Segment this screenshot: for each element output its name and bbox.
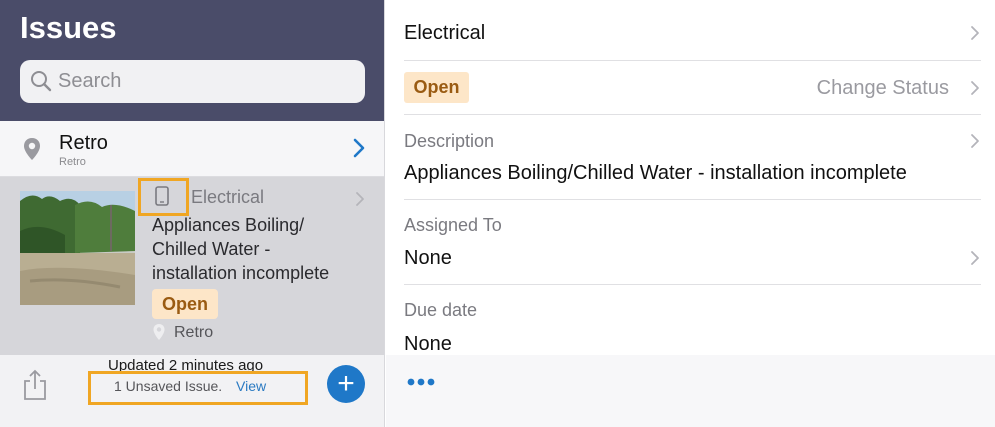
status-badge: Open: [404, 72, 469, 103]
search-bar[interactable]: [20, 60, 365, 103]
add-issue-button[interactable]: +: [327, 365, 365, 403]
location-name: Retro: [59, 132, 108, 154]
due-date-row[interactable]: Due date None: [404, 285, 981, 355]
chevron-right-icon: [971, 81, 979, 95]
description-value: Appliances Boiling/Chilled Water - insta…: [404, 162, 907, 184]
location-pin-icon: [153, 324, 165, 340]
search-input[interactable]: [58, 60, 358, 103]
view-unsaved-link[interactable]: View: [236, 378, 266, 394]
location-row[interactable]: Retro Retro: [0, 121, 384, 177]
page-title: Issues: [20, 10, 117, 45]
more-icon[interactable]: [406, 377, 436, 387]
chevron-right-icon: [971, 26, 979, 40]
assigned-row[interactable]: Assigned To None: [404, 200, 981, 285]
due-date-value: None: [404, 333, 452, 355]
due-date-label: Due date: [404, 300, 478, 320]
location-pin-icon: [24, 138, 40, 160]
search-icon: [31, 71, 52, 92]
status-row[interactable]: Open Change Status: [404, 61, 981, 115]
issue-detail-pane: Electrical Open Change Status Descriptio…: [386, 0, 995, 427]
description-label: Description: [404, 131, 495, 151]
assigned-value: None: [404, 247, 452, 269]
issue-list-item[interactable]: Electrical Appliances Boiling/ Chilled W…: [0, 177, 384, 355]
list-header: Issues: [0, 0, 384, 121]
assigned-label: Assigned To: [404, 215, 502, 235]
issue-category: Electrical: [191, 187, 265, 207]
unsaved-issue-text: 1 Unsaved Issue.: [114, 378, 223, 394]
list-footer: Updated 2 minutes ago 1 Unsaved Issue. V…: [0, 355, 384, 427]
chevron-right-icon[interactable]: [352, 137, 366, 159]
change-status-button[interactable]: Change Status: [817, 77, 949, 100]
issue-location: Retro: [174, 324, 214, 341]
chevron-right-icon: [971, 251, 979, 265]
description-row[interactable]: Description Appliances Boiling/Chilled W…: [404, 115, 981, 200]
category-row[interactable]: Electrical: [404, 0, 981, 61]
chevron-right-icon: [356, 192, 364, 206]
status-badge: Open: [152, 289, 218, 319]
detail-category: Electrical: [404, 22, 486, 44]
app: Issues Retro Retro: [0, 0, 995, 427]
device-highlight-box: [138, 178, 189, 216]
issue-title: Appliances Boiling/ Chilled Water - inst…: [152, 215, 330, 283]
issue-thumbnail: [20, 191, 135, 305]
chevron-right-icon: [971, 134, 979, 148]
share-icon[interactable]: [22, 369, 48, 401]
detail-footer: [386, 355, 995, 427]
issues-list-pane: Issues Retro Retro: [0, 0, 385, 427]
location-subtitle: Retro: [59, 156, 86, 168]
